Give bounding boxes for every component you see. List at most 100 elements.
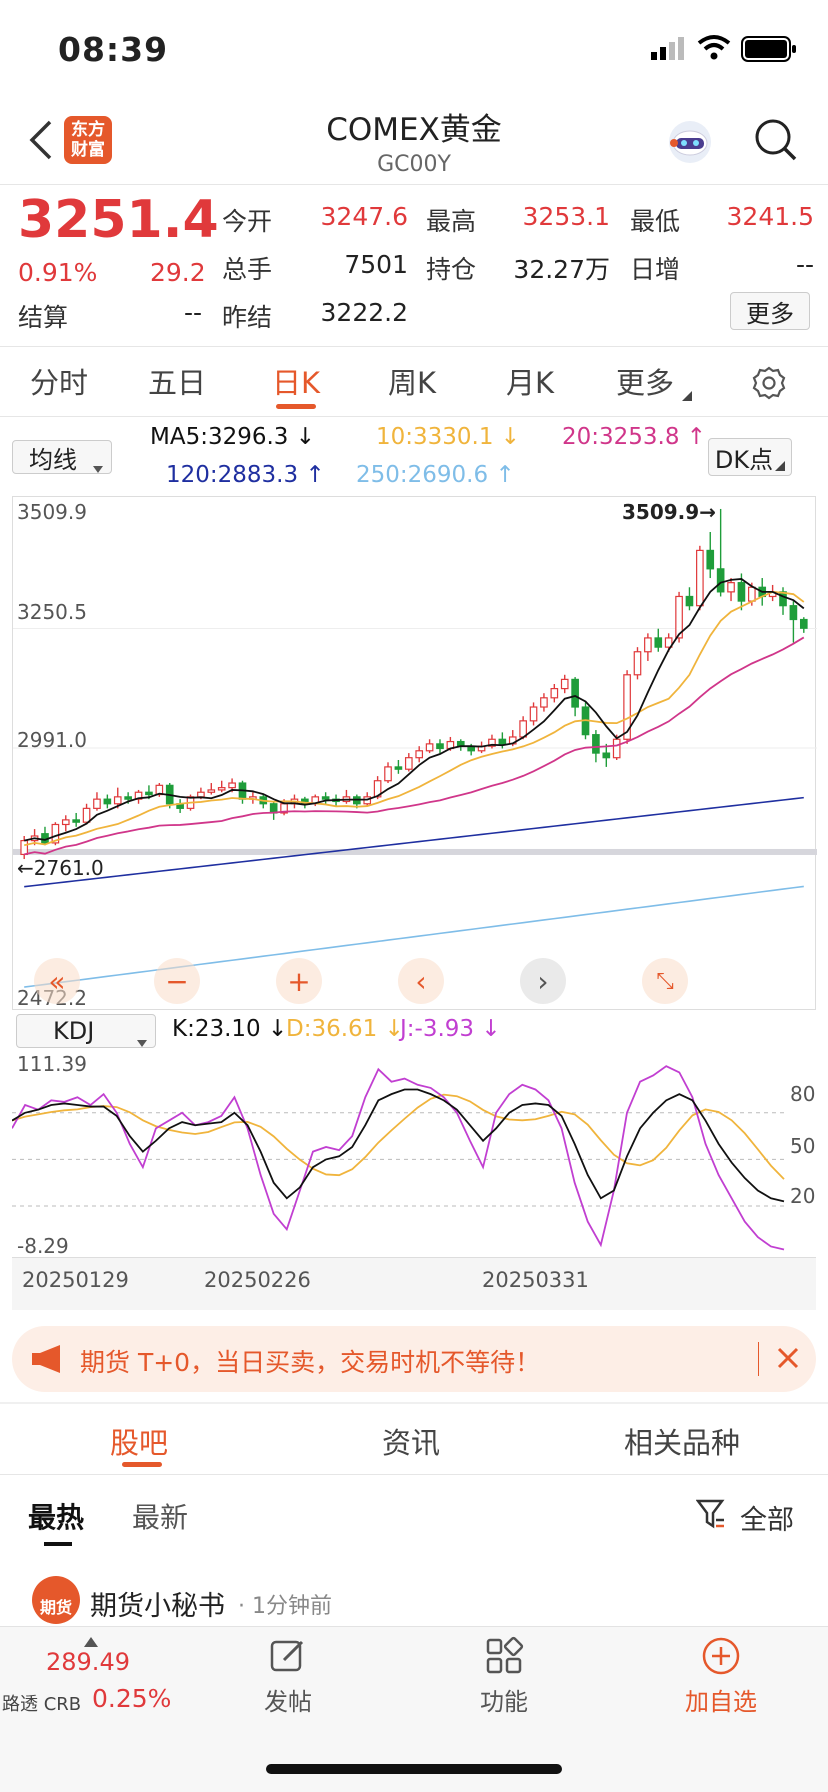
settings-gear-icon[interactable]	[752, 366, 786, 400]
wifi-icon	[697, 34, 731, 62]
kdj-j-legend: J:-3.93 ↓	[400, 1016, 501, 1042]
candle-body	[571, 678, 579, 708]
candle-body	[706, 549, 715, 570]
dk-point-button[interactable]: DK点	[708, 438, 792, 476]
ma5-line	[24, 578, 805, 842]
low-value: 3241.5	[726, 202, 814, 231]
open-value: 3247.6	[320, 202, 408, 231]
tab-daily-k[interactable]: 日K	[272, 360, 320, 402]
battery-icon	[741, 36, 797, 62]
subtab-latest[interactable]: 最新	[132, 1496, 188, 1536]
kdj-j-line	[12, 1065, 785, 1251]
candle-body	[685, 595, 694, 607]
indicator-selector[interactable]: 均线	[12, 440, 112, 474]
close-icon[interactable]	[776, 1346, 800, 1374]
crb-pct[interactable]: 0.25%	[92, 1684, 171, 1713]
ma5-legend: MA5:3296.3 ↓	[150, 424, 316, 450]
candle-body	[654, 637, 663, 648]
kdj-chart[interactable]	[12, 1054, 816, 1258]
function-button[interactable]: 功能	[466, 1636, 542, 1717]
tab-weekly-k[interactable]: 周K	[388, 360, 436, 402]
rewind-double-left-icon[interactable]: «	[34, 958, 80, 1004]
kdj-y-top: 111.39	[17, 1052, 87, 1076]
candle-body	[498, 738, 507, 745]
daily-add-value: --	[795, 250, 814, 279]
post-author[interactable]: 期货小秘书	[90, 1584, 225, 1623]
tab-forum[interactable]: 股吧	[110, 1420, 168, 1462]
settle-label: 结算	[18, 303, 69, 332]
tab-monthly-k[interactable]: 月K	[506, 360, 554, 402]
crb-value[interactable]: 289.49	[46, 1648, 130, 1676]
banner-separator	[758, 1342, 759, 1376]
candle-body	[384, 766, 392, 782]
post-avatar[interactable]: 期货	[32, 1576, 80, 1624]
home-indicator	[266, 1764, 562, 1774]
active-tab-indicator	[276, 404, 316, 409]
tab-news[interactable]: 资讯	[382, 1420, 440, 1462]
crb-label[interactable]: 路透 CRB	[2, 1690, 81, 1716]
search-icon[interactable]	[754, 118, 798, 162]
prev-settle-label: 昨结	[222, 303, 273, 332]
candle-body	[425, 743, 434, 752]
filter-icon[interactable]	[695, 1498, 726, 1534]
open-interest-label: 持仓	[426, 255, 477, 284]
candle-body	[612, 738, 621, 759]
kdj-y-bottom: -8.29	[17, 1234, 69, 1258]
kdj-selector[interactable]: KDJ	[16, 1014, 156, 1048]
candle-body	[394, 766, 403, 770]
post-button[interactable]: 发帖	[250, 1636, 326, 1717]
zoom-out-icon[interactable]: −	[154, 958, 200, 1004]
candle-body	[72, 819, 80, 823]
tab-related[interactable]: 相关品种	[624, 1420, 740, 1462]
next-right-icon[interactable]: ›	[520, 958, 566, 1004]
open-label: 今开	[222, 207, 273, 236]
more-quote-button[interactable]: 更多	[730, 292, 810, 330]
candle-body	[217, 787, 226, 791]
chevron-down-icon	[137, 1026, 147, 1054]
candle-body	[93, 798, 101, 809]
high-price-marker: 3509.9→	[622, 500, 716, 524]
date-label-1: 20250129	[22, 1268, 129, 1292]
forum-tab-indicator	[122, 1462, 162, 1467]
zoom-in-icon[interactable]: +	[276, 958, 322, 1004]
candle-body	[20, 840, 29, 856]
volume-label: 总手	[222, 255, 273, 284]
high-label: 最高	[426, 207, 477, 236]
filter-label[interactable]: 全部	[740, 1498, 794, 1537]
settle-value: --	[183, 298, 202, 327]
candle-body	[550, 688, 559, 699]
function-button-label: 功能	[480, 1688, 528, 1716]
candle-body	[644, 637, 652, 653]
robot-assistant-icon[interactable]	[666, 118, 714, 166]
ma10-line	[24, 590, 805, 847]
kdj-level-20: 20	[790, 1184, 816, 1208]
hottest-indicator	[44, 1542, 72, 1546]
date-label-3: 20250331	[482, 1268, 589, 1292]
kdj-level-80: 80	[790, 1082, 816, 1106]
candle-body	[228, 782, 236, 789]
tab-five-day[interactable]: 五日	[148, 360, 206, 402]
kline-chart[interactable]	[12, 496, 817, 1010]
candle-body	[415, 750, 424, 759]
status-time: 08:39	[58, 30, 169, 69]
previous-left-icon[interactable]: ‹	[398, 958, 444, 1004]
dk-point-label: DK点	[714, 445, 774, 474]
candle-body	[560, 678, 569, 690]
kdj-k-legend: K:23.10 ↓	[172, 1016, 288, 1042]
candle-body	[145, 791, 153, 796]
candle-body	[748, 586, 756, 602]
dropdown-triangle-icon	[775, 449, 786, 477]
tab-intraday[interactable]: 分时	[30, 360, 88, 402]
candle-body	[789, 605, 798, 621]
subtab-hottest[interactable]: 最热	[28, 1496, 84, 1536]
kdj-level-50: 50	[790, 1134, 816, 1158]
tab-more-periods[interactable]: 更多	[616, 360, 674, 402]
indicator-selector-label: 均线	[29, 445, 77, 474]
promo-banner[interactable]: 期货 T+0，当日买卖，交易时机不等待！	[12, 1326, 816, 1392]
post-time: · 1分钟前	[238, 1594, 332, 1619]
fullscreen-expand-icon[interactable]: ⤡	[642, 958, 688, 1004]
megaphone-icon	[30, 1344, 66, 1378]
candle-body	[436, 743, 444, 750]
ma20-legend: 20:3253.8 ↑	[562, 424, 707, 450]
add-watchlist-button[interactable]: 加自选	[676, 1636, 766, 1717]
